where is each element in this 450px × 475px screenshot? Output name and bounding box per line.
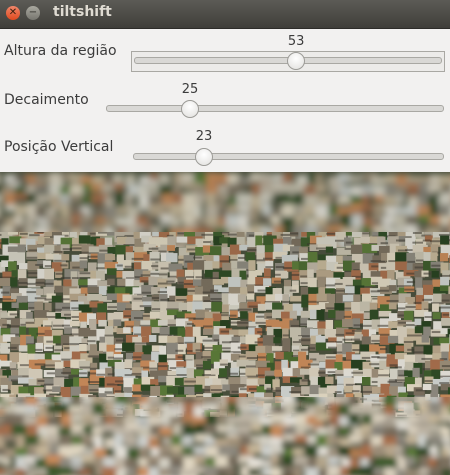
minimize-icon[interactable]: − <box>26 6 40 20</box>
slider-label-altura: Altura da região <box>4 43 117 59</box>
slider-label-decaimento: Decaimento <box>4 92 89 108</box>
title-bar: ✕ − tiltshift <box>0 0 450 29</box>
slider-decaimento[interactable] <box>106 105 444 112</box>
close-icon[interactable]: ✕ <box>6 6 20 20</box>
tiltshift-window: ✕ − tiltshift Altura da região 53 Decaim… <box>0 0 450 475</box>
slider-handle-decaimento[interactable] <box>181 100 199 118</box>
slider-label-posicao-vertical: Posição Vertical <box>4 139 114 155</box>
slider-handle-posicao-vertical[interactable] <box>195 148 214 166</box>
window-title: tiltshift <box>53 4 112 20</box>
slider-value-altura: 53 <box>287 34 305 49</box>
slider-value-decaimento: 25 <box>181 82 199 97</box>
slider-posicao-vertical[interactable] <box>133 153 444 160</box>
tiltshift-preview-image <box>0 172 450 475</box>
slider-value-posicao-vertical: 23 <box>195 129 213 144</box>
